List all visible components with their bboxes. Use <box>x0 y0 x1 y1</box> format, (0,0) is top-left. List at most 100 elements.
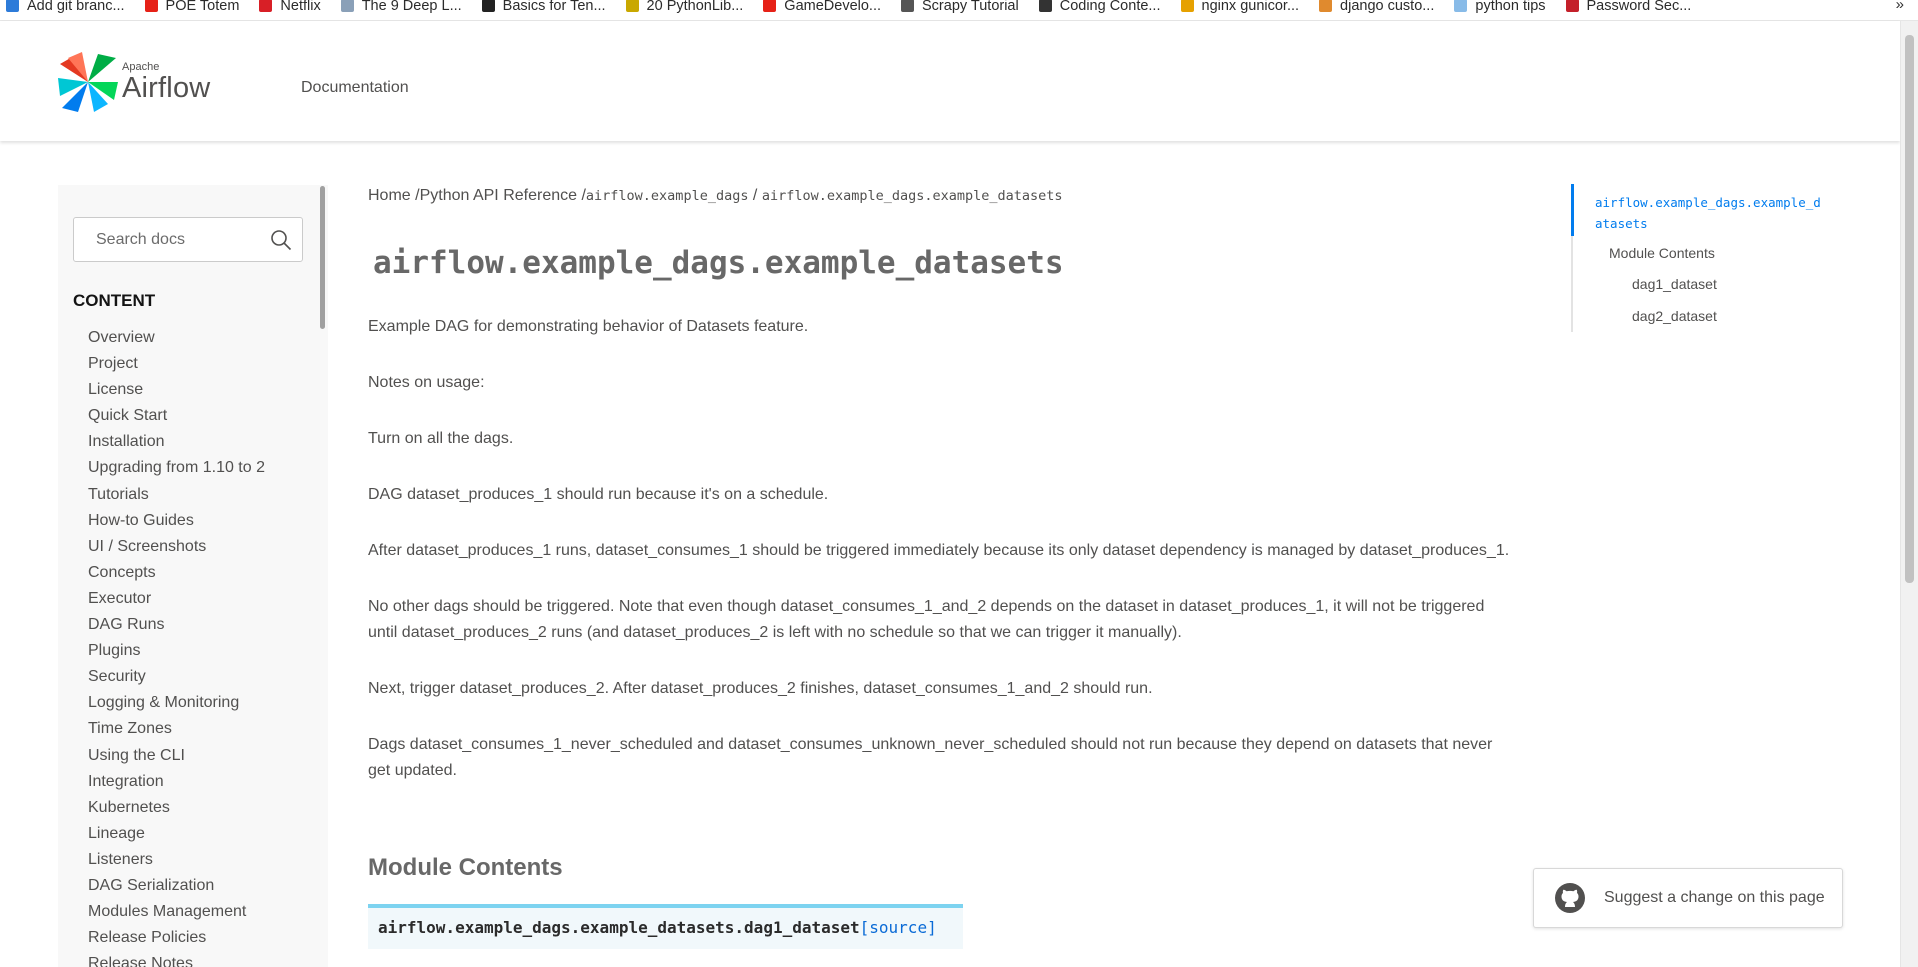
page-scrollbar[interactable] <box>1900 21 1918 967</box>
airflow-logo[interactable]: Apache Airflow <box>58 51 218 113</box>
bookmark-label: Add git branc... <box>27 0 125 14</box>
sidebar-item[interactable]: Using the CLI <box>88 745 265 771</box>
bookmark-favicon-icon <box>340 0 354 12</box>
sidebar-item[interactable]: Modules Management <box>88 901 265 927</box>
bookmark-label: Password Sec... <box>1586 0 1692 14</box>
bookmark-item[interactable]: The 9 Deep L... <box>335 0 476 14</box>
sidebar-item[interactable]: DAG Serialization <box>88 875 265 901</box>
sidebar-item[interactable]: Logging & Monitoring <box>88 692 265 718</box>
breadcrumb-api-reference[interactable]: Python API Reference <box>420 187 577 204</box>
toc-item-dag2-dataset[interactable]: dag2_dataset <box>1632 308 1717 324</box>
bookmark-favicon-icon <box>1319 0 1333 12</box>
sidebar-item[interactable]: License <box>88 379 265 405</box>
toc-item-dag1-dataset[interactable]: dag1_dataset <box>1632 276 1717 292</box>
sidebar-item[interactable]: Upgrading from 1.10 to 2 <box>88 457 265 483</box>
paragraph-intro: Example DAG for demonstrating behavior o… <box>368 318 809 335</box>
signature-name: airflow.example_dags.example_datasets.da… <box>378 918 860 937</box>
sidebar: CONTENT OverviewProjectLicenseQuick Star… <box>58 185 328 967</box>
bookmark-favicon-icon <box>481 0 495 12</box>
bookmark-label: python tips <box>1475 0 1546 14</box>
toc-item-module[interactable]: airflow.example_dags.example_datasets <box>1595 192 1825 234</box>
breadcrumb-separator: / <box>748 187 762 204</box>
breadcrumb-home[interactable]: Home <box>368 187 411 204</box>
bookmark-item[interactable]: Password Sec... <box>1560 0 1706 14</box>
site-header: Apache Airflow Documentation <box>0 21 1900 141</box>
sidebar-item[interactable]: Executor <box>88 588 265 614</box>
sidebar-item[interactable]: Quick Start <box>88 405 265 431</box>
suggest-change-label: Suggest a change on this page <box>1604 889 1825 906</box>
page-title: airflow.example_dags.example_datasets <box>373 245 1064 281</box>
bookmark-label: Coding Conte... <box>1059 0 1161 14</box>
search-box[interactable] <box>73 217 303 262</box>
bookmark-label: django custo... <box>1340 0 1435 14</box>
breadcrumb-separator: / <box>577 187 586 204</box>
sidebar-item[interactable]: Concepts <box>88 562 265 588</box>
sidebar-item[interactable]: DAG Runs <box>88 614 265 640</box>
bookmark-favicon-icon <box>1454 0 1468 12</box>
paragraph-no-other-dags: No other dags should be triggered. Note … <box>368 598 1485 641</box>
page-scrollbar-thumb[interactable] <box>1905 35 1914 583</box>
toc-active-indicator <box>1571 184 1574 236</box>
bookmark-item[interactable]: GameDevelo... <box>757 0 895 14</box>
bookmarks-bar: Add git branc... POE Totem Netflix The 9 De… <box>0 0 1918 21</box>
sidebar-item[interactable]: Overview <box>88 327 265 353</box>
sidebar-item[interactable]: Time Zones <box>88 718 265 744</box>
bookmark-item[interactable]: 20 PythonLib... <box>620 0 758 14</box>
sidebar-item[interactable]: UI / Screenshots <box>88 536 265 562</box>
sidebar-item[interactable]: Integration <box>88 771 265 797</box>
logo-airflow: Airflow <box>122 72 211 104</box>
github-icon <box>1555 883 1585 913</box>
sidebar-item[interactable]: Kubernetes <box>88 797 265 823</box>
paragraph-consumes-1: After dataset_produces_1 runs, dataset_c… <box>368 542 1510 559</box>
sidebar-item[interactable]: Listeners <box>88 849 265 875</box>
bookmark-item[interactable]: Netflix <box>253 0 334 14</box>
bookmark-item[interactable]: Scrapy Tutorial <box>895 0 1033 14</box>
bookmark-favicon-icon <box>625 0 639 12</box>
bookmark-favicon-icon <box>901 0 915 12</box>
sidebar-item[interactable]: Installation <box>88 431 265 457</box>
bookmark-item[interactable]: python tips <box>1448 0 1559 14</box>
search-icon[interactable] <box>270 229 292 251</box>
breadcrumb-separator: / <box>410 187 420 204</box>
sidebar-item[interactable]: How-to Guides <box>88 510 265 536</box>
sidebar-item[interactable]: Tutorials <box>88 484 265 510</box>
sidebar-scrollbar-thumb[interactable] <box>320 186 325 329</box>
breadcrumb-package[interactable]: airflow.example_dags <box>586 188 749 204</box>
sidebar-nav-list: Overview Project License Quick Start Install… <box>88 327 265 967</box>
paragraph-never-scheduled: Dags dataset_consumes_1_never_scheduled … <box>368 736 1493 779</box>
paragraph-turn-on: Turn on all the dags. <box>368 430 514 447</box>
table-of-contents: airflow.example_dags.example_datasets Mo… <box>1571 184 1831 332</box>
suggest-change-button[interactable]: Suggest a change on this page <box>1533 868 1843 928</box>
breadcrumb: Home /Python API Reference /airflow.exam… <box>368 187 1063 205</box>
toc-item-module-contents[interactable]: Module Contents <box>1609 245 1715 261</box>
pinwheel-icon <box>58 52 118 112</box>
bookmark-favicon-icon <box>1038 0 1052 12</box>
nav-documentation[interactable]: Documentation <box>301 79 409 97</box>
bookmarks-more-icon[interactable]: » <box>1896 0 1904 13</box>
sidebar-item[interactable]: Lineage <box>88 823 265 849</box>
bookmark-item[interactable]: Basics for Ten... <box>476 0 620 14</box>
bookmark-favicon-icon <box>1180 0 1194 12</box>
sidebar-item[interactable]: Project <box>88 353 265 379</box>
bookmark-item[interactable]: django custo... <box>1313 0 1448 14</box>
bookmark-item[interactable]: nginx gunicor... <box>1175 0 1314 14</box>
bookmark-item[interactable]: Coding Conte... <box>1033 0 1175 14</box>
sidebar-item[interactable]: Release Notes <box>88 953 265 967</box>
bookmark-favicon-icon <box>144 0 158 12</box>
module-contents-heading: Module Contents <box>368 854 563 881</box>
bookmark-label: 20 PythonLib... <box>646 0 744 14</box>
signature-dag1-dataset: airflow.example_dags.example_datasets.da… <box>368 904 963 949</box>
sidebar-item[interactable]: Plugins <box>88 640 265 666</box>
source-link[interactable]: [source] <box>860 918 937 937</box>
bookmark-item[interactable]: Add git branc... <box>0 0 139 14</box>
bookmark-favicon-icon <box>259 0 273 12</box>
search-input[interactable] <box>74 218 264 261</box>
breadcrumb-current: airflow.example_dags.example_datasets <box>761 188 1063 204</box>
bookmark-label: Netflix <box>280 0 321 14</box>
sidebar-content-title: CONTENT <box>73 291 156 310</box>
bookmark-item[interactable]: POE Totem <box>139 0 254 14</box>
bookmark-label: Scrapy Tutorial <box>922 0 1019 14</box>
bookmark-label: Basics for Ten... <box>502 0 606 14</box>
sidebar-item[interactable]: Security <box>88 666 265 692</box>
sidebar-item[interactable]: Release Policies <box>88 927 265 953</box>
